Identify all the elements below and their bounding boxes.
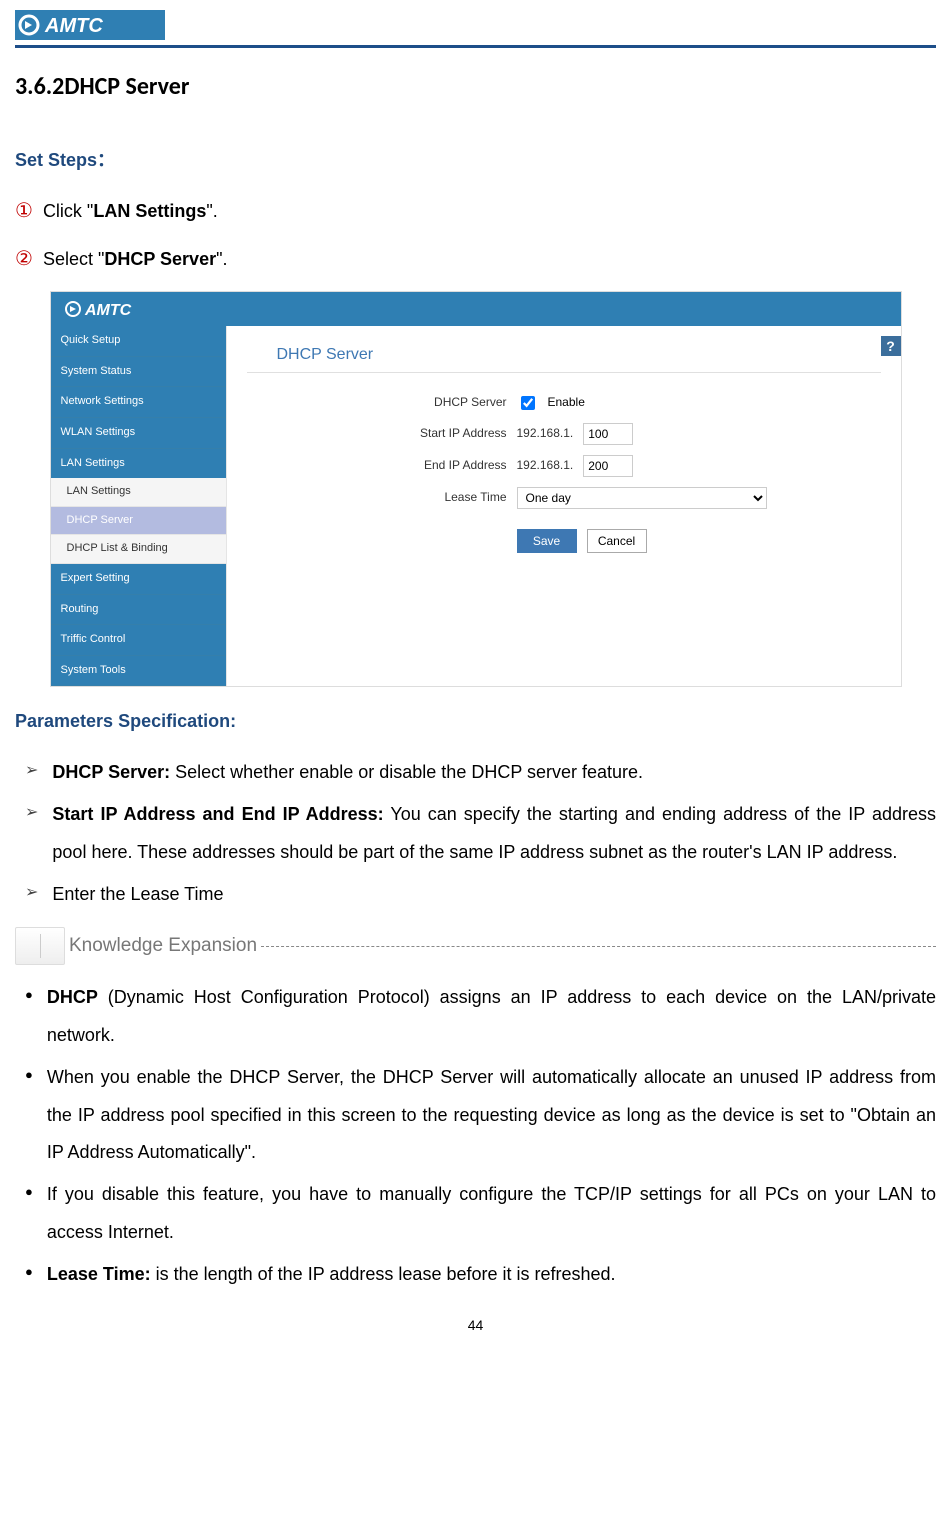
step-number: ①: [15, 195, 33, 227]
page-number: 44: [15, 1314, 936, 1336]
sidebar-item-system-tools[interactable]: System Tools: [51, 656, 226, 687]
sidebar-item-traffic-control[interactable]: Triffic Control: [51, 625, 226, 656]
parameters-list: DHCP Server: Select whether enable or di…: [15, 754, 936, 913]
param-item: Start IP Address and End IP Address: You…: [15, 796, 936, 872]
sidebar-item-expert-setting[interactable]: Expert Setting: [51, 564, 226, 595]
amtc-logo: AMTC: [15, 10, 165, 40]
sidebar-sub-dhcp-list[interactable]: DHCP List & Binding: [51, 535, 226, 564]
router-header: AMTC: [51, 292, 901, 326]
step-1: ① Click "LAN Settings".: [15, 195, 936, 227]
parameters-specification-label: Parameters Specification:: [15, 707, 936, 736]
end-ip-label: End IP Address: [247, 456, 507, 475]
knowledge-expansion-list: DHCP (Dynamic Host Configuration Protoco…: [15, 979, 936, 1293]
book-icon: [15, 927, 65, 965]
kx-item: If you disable this feature, you have to…: [15, 1176, 936, 1252]
knowledge-expansion-label: Knowledge Expansion: [69, 931, 257, 961]
step-number: ②: [15, 243, 33, 275]
page-title: DHCP Server: [247, 336, 881, 373]
sidebar-sub-dhcp-server[interactable]: DHCP Server: [51, 507, 226, 536]
document-header: AMTC: [15, 0, 936, 48]
kx-item: Lease Time: is the length of the IP addr…: [15, 1256, 936, 1294]
amtc-logo-small: AMTC: [63, 299, 173, 319]
section-title: 3.6.2DHCP Server: [15, 68, 936, 106]
lease-time-select[interactable]: One day: [517, 487, 767, 509]
param-item: DHCP Server: Select whether enable or di…: [15, 754, 936, 792]
dashed-line: [261, 945, 936, 947]
sidebar-item-routing[interactable]: Routing: [51, 595, 226, 626]
set-steps-label: Set Steps：: [15, 146, 936, 175]
sidebar-item-system-status[interactable]: System Status: [51, 357, 226, 388]
kx-item: When you enable the DHCP Server, the DHC…: [15, 1059, 936, 1172]
svg-text:AMTC: AMTC: [84, 302, 132, 319]
start-ip-label: Start IP Address: [247, 424, 507, 443]
step-2: ② Select "DHCP Server".: [15, 243, 936, 275]
enable-label: Enable: [548, 393, 585, 412]
sidebar-item-lan-settings[interactable]: LAN Settings: [51, 449, 226, 479]
help-icon[interactable]: ?: [881, 336, 901, 356]
lease-time-label: Lease Time: [247, 488, 507, 507]
cancel-button[interactable]: Cancel: [587, 529, 647, 553]
ip-prefix: 192.168.1.: [517, 424, 574, 443]
sidebar-sub-lan-settings[interactable]: LAN Settings: [51, 478, 226, 507]
start-ip-input[interactable]: [583, 423, 633, 445]
svg-text:AMTC: AMTC: [44, 15, 103, 37]
sidebar: Quick Setup System Status Network Settin…: [51, 326, 227, 686]
knowledge-expansion-header: Knowledge Expansion: [15, 927, 936, 965]
enable-checkbox[interactable]: [521, 396, 535, 410]
end-ip-input[interactable]: [583, 455, 633, 477]
param-item: Enter the Lease Time: [15, 876, 936, 914]
sidebar-item-quick-setup[interactable]: Quick Setup: [51, 326, 226, 357]
router-ui-screenshot: AMTC Quick Setup System Status Network S…: [50, 291, 902, 687]
ip-prefix: 192.168.1.: [517, 456, 574, 475]
save-button[interactable]: Save: [517, 529, 577, 553]
sidebar-item-wlan-settings[interactable]: WLAN Settings: [51, 418, 226, 449]
sidebar-item-network-settings[interactable]: Network Settings: [51, 387, 226, 418]
kx-item: DHCP (Dynamic Host Configuration Protoco…: [15, 979, 936, 1055]
dhcp-server-label: DHCP Server: [247, 393, 507, 412]
